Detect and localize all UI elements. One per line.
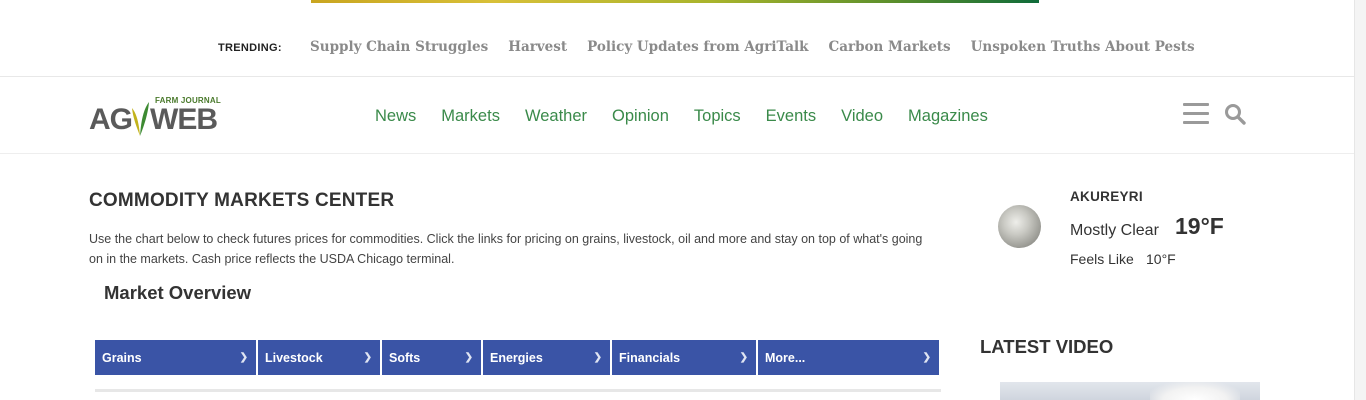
trending-link-policy-updates[interactable]: Policy Updates from AgriTalk [587, 39, 808, 55]
page-scrollbar[interactable] [1354, 0, 1366, 400]
chevron-down-icon: ❯ [464, 352, 473, 363]
search-icon[interactable] [1224, 103, 1246, 125]
nav-events[interactable]: Events [766, 107, 816, 126]
tab-more[interactable]: More... ❯ [758, 340, 939, 375]
page-title: COMMODITY MARKETS CENTER [89, 190, 395, 211]
logo-ag: AG [89, 103, 133, 136]
nav-opinion[interactable]: Opinion [612, 107, 669, 126]
nav-topics[interactable]: Topics [694, 107, 741, 126]
agweb-logo[interactable]: FARM JOURNAL AG WEB [89, 96, 221, 138]
moon-weather-icon [998, 205, 1041, 248]
weather-feels-label: Feels Like [1070, 251, 1134, 267]
trending-label: TRENDING: [218, 42, 282, 54]
tab-financials[interactable]: Financials ❯ [612, 340, 756, 375]
tab-label: Livestock [265, 350, 323, 365]
chevron-down-icon: ❯ [239, 352, 248, 363]
nav-magazines[interactable]: Magazines [908, 107, 988, 126]
chevron-down-icon: ❯ [922, 352, 931, 363]
trending-link-harvest[interactable]: Harvest [508, 39, 567, 55]
logo-web: WEB [150, 103, 218, 136]
market-tabs: Grains ❯ Livestock ❯ Softs ❯ Energies ❯ … [95, 340, 939, 375]
trending-bar: TRENDING: Supply Chain Struggles Harvest… [0, 0, 1366, 77]
weather-city: AKUREYRI [1070, 189, 1143, 204]
tab-label: More... [765, 350, 806, 365]
market-overview-title: Market Overview [104, 282, 252, 303]
tab-label: Grains [102, 350, 142, 365]
tab-grains[interactable]: Grains ❯ [95, 340, 256, 375]
nav-markets[interactable]: Markets [441, 107, 500, 126]
trending-link-pests[interactable]: Unspoken Truths About Pests [971, 39, 1195, 55]
tab-energies[interactable]: Energies ❯ [483, 340, 610, 375]
chevron-down-icon: ❯ [739, 352, 748, 363]
trending-link-supply-chain[interactable]: Supply Chain Struggles [310, 39, 488, 55]
trending-links: Supply Chain Struggles Harvest Policy Up… [310, 39, 1195, 55]
hamburger-menu-icon[interactable] [1183, 103, 1209, 125]
intro-text: Use the chart below to check futures pri… [89, 232, 923, 266]
tab-label: Energies [490, 350, 543, 365]
video-thumbnail[interactable] [1000, 382, 1260, 400]
tabs-divider [95, 389, 941, 392]
chevron-down-icon: ❯ [363, 352, 372, 363]
weather-feels-value: 10°F [1146, 251, 1176, 267]
leaf-icon [132, 102, 149, 136]
tab-label: Financials [619, 350, 681, 365]
chevron-down-icon: ❯ [593, 352, 602, 363]
nav-news[interactable]: News [375, 107, 416, 126]
tab-label: Softs [389, 350, 421, 365]
tab-softs[interactable]: Softs ❯ [382, 340, 481, 375]
nav-video[interactable]: Video [841, 107, 883, 126]
latest-video-title: LATEST VIDEO [980, 336, 1114, 357]
trending-link-carbon-markets[interactable]: Carbon Markets [828, 39, 950, 55]
weather-temperature: 19°F [1175, 213, 1224, 239]
primary-nav: News Markets Weather Opinion Topics Even… [375, 107, 988, 126]
tab-livestock[interactable]: Livestock ❯ [258, 340, 380, 375]
weather-condition: Mostly Clear [1070, 222, 1159, 239]
nav-weather[interactable]: Weather [525, 107, 587, 126]
